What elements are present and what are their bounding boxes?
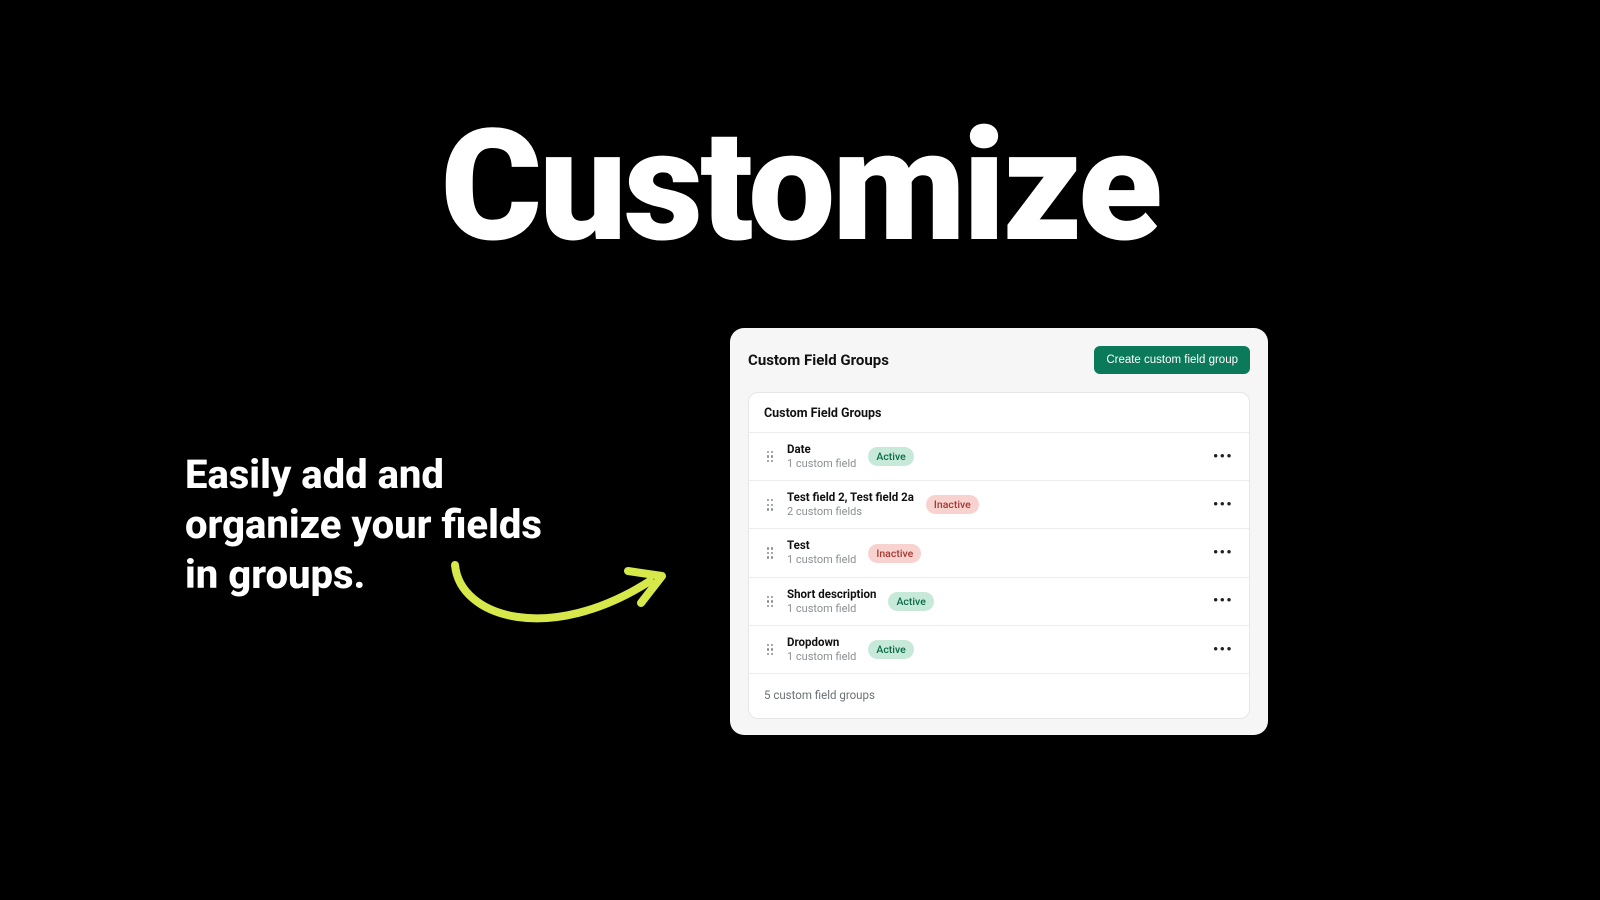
drag-handle-icon[interactable] [763, 644, 777, 656]
row-title: Test field 2, Test field 2a [787, 490, 914, 505]
custom-field-groups-panel: Custom Field Groups Create custom field … [730, 328, 1268, 735]
more-actions-icon[interactable]: ••• [1211, 541, 1235, 565]
row-subtitle: 1 custom field [787, 553, 856, 567]
status-badge: Active [888, 592, 933, 611]
row-subtitle: 1 custom field [787, 457, 856, 471]
drag-handle-icon[interactable] [763, 547, 777, 559]
drag-handle-icon[interactable] [763, 499, 777, 511]
row-title: Dropdown [787, 635, 856, 650]
status-badge: Inactive [926, 495, 979, 514]
row-subtitle: 1 custom field [787, 650, 856, 664]
row-title: Date [787, 442, 856, 457]
row-title: Test [787, 538, 856, 553]
row-title: Short description [787, 587, 876, 602]
field-group-row[interactable]: Dropdown 1 custom field Active ••• [749, 626, 1249, 674]
drag-handle-icon[interactable] [763, 596, 777, 608]
drag-handle-icon[interactable] [763, 451, 777, 463]
status-badge: Inactive [868, 544, 921, 563]
row-subtitle: 2 custom fields [787, 505, 914, 519]
row-subtitle: 1 custom field [787, 602, 876, 616]
field-group-row[interactable]: Date 1 custom field Active ••• [749, 433, 1249, 481]
arrow-annotation-icon [440, 553, 680, 653]
panel-title: Custom Field Groups [748, 351, 889, 369]
card-footer: 5 custom field groups [749, 674, 1249, 718]
more-actions-icon[interactable]: ••• [1211, 589, 1235, 613]
more-actions-icon[interactable]: ••• [1211, 445, 1235, 469]
more-actions-icon[interactable]: ••• [1211, 493, 1235, 517]
card-header: Custom Field Groups [749, 393, 1249, 433]
field-group-row[interactable]: Test 1 custom field Inactive ••• [749, 529, 1249, 577]
status-badge: Active [868, 640, 913, 659]
hero-title: Customize [0, 95, 1600, 277]
more-actions-icon[interactable]: ••• [1211, 638, 1235, 662]
field-groups-card: Custom Field Groups Date 1 custom field … [748, 392, 1250, 719]
create-custom-field-group-button[interactable]: Create custom field group [1094, 346, 1250, 374]
field-group-row[interactable]: Test field 2, Test field 2a 2 custom fie… [749, 481, 1249, 529]
status-badge: Active [868, 447, 913, 466]
field-group-row[interactable]: Short description 1 custom field Active … [749, 578, 1249, 626]
